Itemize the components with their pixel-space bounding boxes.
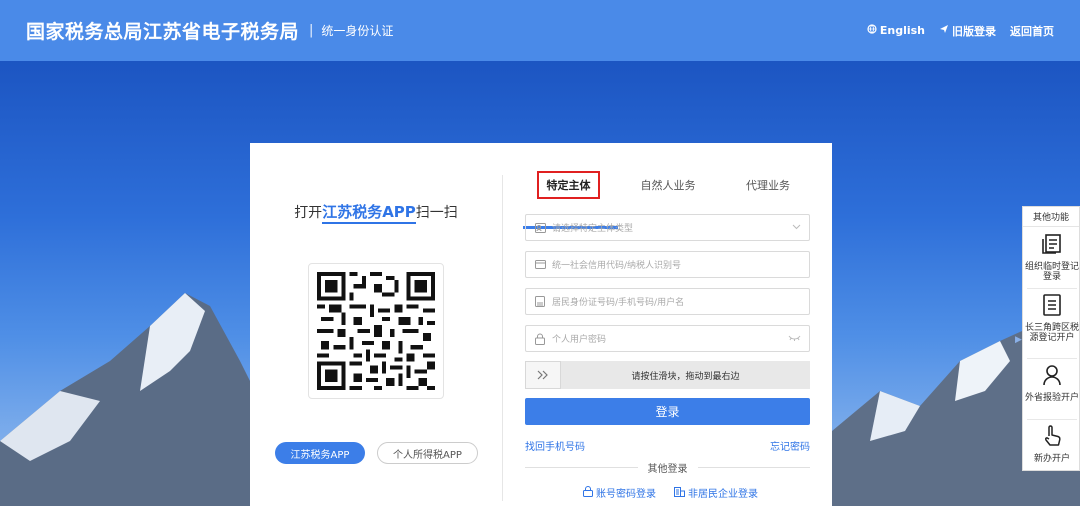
account-password-login-link[interactable]: 账号密码登录: [583, 485, 656, 500]
list-icon: [1023, 293, 1080, 320]
forgot-password-link[interactable]: 忘记密码: [770, 438, 810, 453]
header-links: English 旧版登录 返回首页: [867, 23, 1054, 39]
entity-type-placeholder: 请选择特定主体类型: [552, 224, 634, 234]
scan-app-name: 江苏税务APP: [322, 203, 416, 224]
username-field[interactable]: 居民身份证号码/手机号码/用户名: [525, 288, 810, 315]
id-card-icon: [534, 222, 546, 234]
qr-code-frame: [308, 263, 444, 399]
username-placeholder: 居民身份证号码/手机号码/用户名: [552, 298, 685, 308]
other-login-title: 其他登录: [647, 463, 688, 475]
jiangsu-tax-app-button[interactable]: 江苏税务APP: [275, 442, 365, 464]
org-temp-registration-label: 组织临时登记登录: [1024, 262, 1079, 282]
back-home-link[interactable]: 返回首页: [1010, 23, 1054, 39]
credit-code-placeholder: 统一社会信用代码/纳税人识别号: [552, 261, 682, 271]
password-field[interactable]: 个人用户密码: [525, 325, 810, 352]
login-button[interactable]: 登录: [525, 398, 810, 425]
password-placeholder: 个人用户密码: [552, 335, 607, 345]
brand-separator: |: [309, 23, 314, 38]
top-header: 国家税务总局江苏省电子税务局 | 统一身份认证 English 旧版登录 返回首…: [0, 0, 1080, 61]
pane-divider: [502, 175, 503, 501]
yangtze-delta-registration-label: 长三角跨区税源登记开户: [1024, 323, 1079, 343]
qr-login-pane: 打开江苏税务APP扫一扫 江苏税务APP 个人所得税APP: [250, 143, 502, 506]
divider-line-left: [525, 466, 638, 468]
chevron-down-icon: [792, 223, 801, 233]
out-of-province-registration-label: 外省报验开户: [1024, 393, 1079, 403]
personal-income-tax-app-button[interactable]: 个人所得税APP: [377, 442, 478, 464]
alt-login-options: 账号密码登录 非居民企业登录: [583, 485, 758, 500]
new-account-item[interactable]: 新办开户: [1023, 424, 1080, 464]
tab-natural-person[interactable]: 自然人业务: [628, 171, 708, 199]
yangtze-delta-registration-item[interactable]: 长三角跨区税源登记开户: [1023, 293, 1080, 343]
old-version-login-link[interactable]: 旧版登录: [939, 23, 996, 39]
account-login-pane: 特定主体 自然人业务 代理业务 请选择特定主体类型 统一社会信用代码/纳税人识别…: [523, 143, 811, 506]
tab-specific-entity[interactable]: 特定主体: [537, 171, 600, 199]
hand-pointer-icon: [1023, 424, 1080, 451]
slider-captcha: 请按住滑块，拖动到最右边: [525, 361, 810, 389]
enterprise-icon: [674, 486, 685, 500]
new-account-label: 新办开户: [1033, 454, 1070, 464]
find-phone-link[interactable]: 找回手机号码: [525, 438, 585, 453]
user-id-icon: [534, 296, 546, 308]
brand-subtitle: 统一身份认证: [321, 24, 394, 38]
login-card: 打开江苏税务APP扫一扫 江苏税务APP 个人所得税APP 特定主体 自然人业务…: [250, 143, 832, 506]
scan-instruction: 打开江苏税务APP扫一扫: [250, 201, 502, 224]
document-icon: [1023, 232, 1080, 259]
org-temp-registration-item[interactable]: 组织临时登记登录: [1023, 232, 1080, 282]
side-separator: [1027, 288, 1077, 289]
panel-toggle-icon[interactable]: ▶: [1014, 333, 1023, 347]
send-icon: [939, 24, 949, 37]
login-tabs: 特定主体 自然人业务 代理业务: [523, 171, 811, 229]
non-resident-enterprise-login-label: 非居民企业登录: [688, 489, 758, 500]
account-password-login-label: 账号密码登录: [596, 489, 656, 500]
non-resident-enterprise-login-link[interactable]: 非居民企业登录: [674, 485, 758, 500]
card-icon: [534, 259, 546, 271]
scan-prefix: 打开: [294, 205, 323, 221]
old-version-login-label: 旧版登录: [952, 24, 996, 38]
eye-closed-icon[interactable]: [788, 334, 801, 344]
back-home-label: 返回首页: [1010, 24, 1054, 38]
globe-icon: [867, 24, 877, 37]
double-chevron-right-icon[interactable]: [525, 361, 561, 389]
entity-type-select[interactable]: 请选择特定主体类型: [525, 214, 810, 241]
credit-code-field[interactable]: 统一社会信用代码/纳税人识别号: [525, 251, 810, 278]
side-separator: [1027, 419, 1077, 420]
divider-line-right: [697, 466, 810, 468]
qr-code-icon: [317, 272, 435, 390]
other-login-divider: 其他登录: [525, 460, 810, 475]
lock-icon: [583, 485, 593, 500]
slider-instruction: 请按住滑块，拖动到最右边: [631, 371, 740, 382]
lock-icon: [534, 333, 546, 345]
other-functions-panel: ▶ 其他功能 组织临时登记登录 长三角跨区税源登记开户 外省报验开户 新办开户: [1015, 206, 1080, 471]
person-icon: [1023, 363, 1080, 390]
english-link[interactable]: English: [867, 23, 925, 39]
side-separator: [1027, 358, 1077, 359]
out-of-province-registration-item[interactable]: 外省报验开户: [1023, 363, 1080, 403]
other-functions-title: 其他功能: [1023, 207, 1079, 227]
site-brand[interactable]: 国家税务总局江苏省电子税务局: [26, 17, 299, 44]
tab-agent-business[interactable]: 代理业务: [728, 171, 808, 199]
english-link-label: English: [879, 24, 925, 37]
scan-suffix: 扫一扫: [415, 205, 458, 221]
